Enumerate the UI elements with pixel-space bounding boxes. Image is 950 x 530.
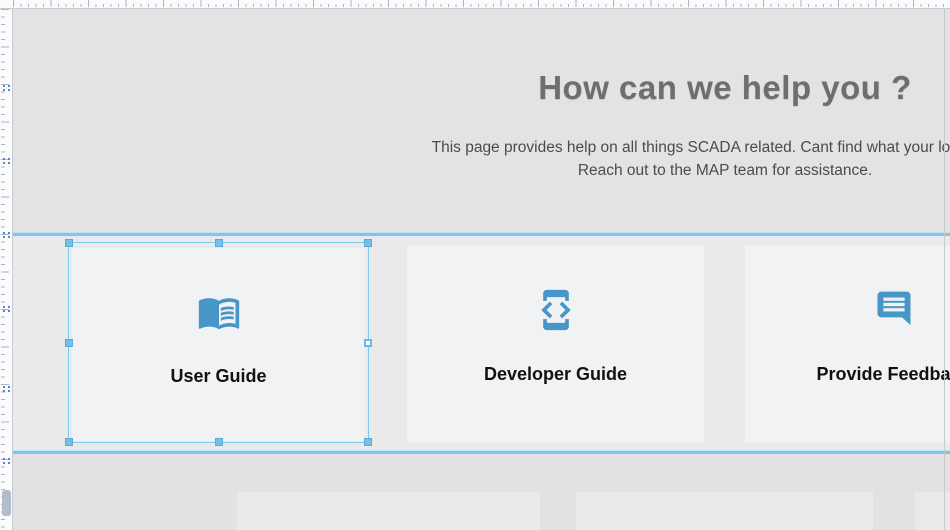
- ruler-label-mark: [3, 85, 10, 91]
- developer-code-icon: [533, 288, 579, 332]
- page-title[interactable]: How can we help you ?: [13, 69, 950, 107]
- vertical-ruler[interactable]: [0, 0, 13, 530]
- resize-handle-s[interactable]: [215, 438, 223, 446]
- design-canvas[interactable]: How can we help you ? This page provides…: [13, 9, 950, 530]
- resize-handle-w[interactable]: [65, 339, 73, 347]
- resize-handle-nw[interactable]: [65, 239, 73, 247]
- hero-section[interactable]: How can we help you ? This page provides…: [13, 9, 950, 232]
- subtitle-line-1: This page provides help on all things SC…: [13, 136, 950, 159]
- ruler-label-mark: [3, 232, 10, 238]
- canvas-edge-line: [944, 9, 945, 530]
- feedback-chat-icon: [871, 288, 917, 332]
- page-subtitle[interactable]: This page provides help on all things SC…: [13, 136, 950, 182]
- horizontal-ruler[interactable]: [0, 0, 950, 9]
- ruler-label-mark: [3, 458, 10, 464]
- placeholder-card[interactable]: [237, 492, 540, 530]
- resize-handle-e[interactable]: [364, 339, 372, 347]
- subtitle-line-2: Reach out to the MAP team for assistance…: [13, 159, 950, 182]
- resize-handle-se[interactable]: [364, 438, 372, 446]
- resize-handle-ne[interactable]: [364, 239, 372, 247]
- help-page: How can we help you ? This page provides…: [13, 9, 950, 530]
- ruler-scroll-nub[interactable]: [2, 490, 11, 516]
- editor-stage: How can we help you ? This page provides…: [0, 0, 950, 530]
- selection-outline[interactable]: [68, 242, 369, 443]
- placeholder-card[interactable]: [576, 492, 873, 530]
- card-developer-guide[interactable]: Developer Guide: [407, 246, 704, 443]
- horizontal-ruler-ticks: [13, 0, 950, 8]
- card-label: Developer Guide: [484, 364, 627, 385]
- card-label: Provide Feedback: [816, 364, 950, 385]
- card-provide-feedback[interactable]: Provide Feedback: [745, 246, 950, 443]
- resize-handle-n[interactable]: [215, 239, 223, 247]
- resize-handle-sw[interactable]: [65, 438, 73, 446]
- ruler-label-mark: [3, 306, 10, 312]
- ruler-label-mark: [3, 386, 10, 392]
- ruler-label-mark: [3, 158, 10, 164]
